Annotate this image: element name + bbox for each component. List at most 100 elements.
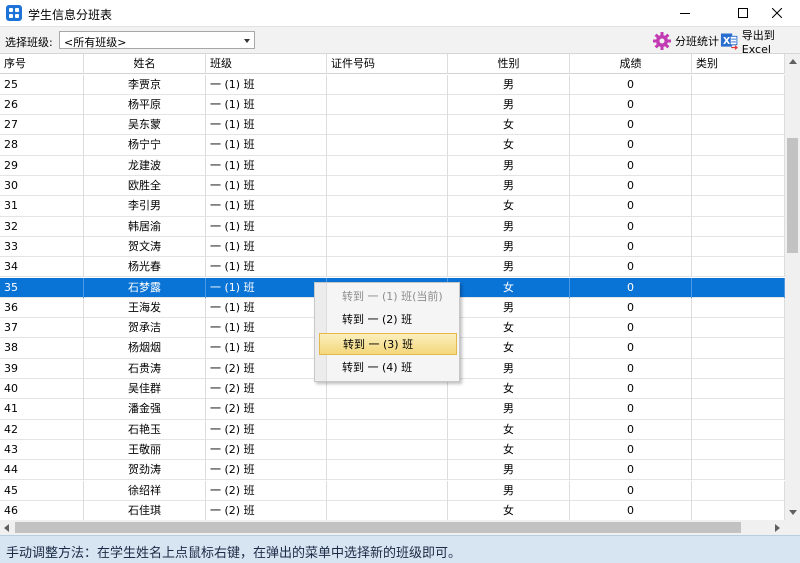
cell-class[interactable]: 一 (2) 班 — [206, 460, 327, 481]
cell-category[interactable] — [692, 176, 785, 196]
cell-score[interactable]: 0 — [570, 155, 692, 176]
cell-id[interactable] — [327, 135, 448, 156]
cell-name[interactable]: 杨烟烟 — [84, 338, 206, 359]
vertical-scroll-thumb[interactable] — [787, 138, 798, 253]
cell-gender[interactable]: 男 — [448, 74, 570, 95]
cell-score[interactable]: 0 — [570, 399, 692, 420]
cell-seq[interactable]: 40 — [0, 379, 84, 399]
cell-seq[interactable]: 46 — [0, 500, 84, 520]
cell-class[interactable]: 一 (1) 班 — [206, 277, 327, 298]
cell-gender[interactable]: 女 — [448, 379, 570, 399]
table-row[interactable]: 25 李贾京一 (1) 班 男0 — [0, 74, 785, 95]
cell-gender[interactable]: 男 — [448, 155, 570, 176]
cell-seq[interactable]: 28 — [0, 135, 84, 156]
table-row[interactable]: 46 石佳琪一 (2) 班 女0 — [0, 500, 785, 520]
cell-gender[interactable]: 男 — [448, 94, 570, 115]
scroll-down-icon[interactable] — [789, 510, 797, 515]
cell-gender[interactable]: 男 — [448, 480, 570, 501]
table-row[interactable]: 40 吴佳群一 (2) 班 女0 — [0, 379, 785, 400]
cell-class[interactable]: 一 (2) 班 — [206, 439, 327, 460]
cell-score[interactable]: 0 — [570, 480, 692, 501]
cell-score[interactable]: 0 — [570, 236, 692, 257]
cell-seq[interactable]: 33 — [0, 236, 84, 257]
cell-class[interactable]: 一 (2) 班 — [206, 480, 327, 501]
cell-name[interactable]: 王海发 — [84, 297, 206, 318]
header-col-name[interactable]: 姓名 — [84, 54, 206, 74]
cell-class[interactable]: 一 (2) 班 — [206, 419, 327, 440]
cell-id[interactable] — [327, 216, 448, 237]
cell-score[interactable]: 0 — [570, 439, 692, 460]
cell-category[interactable] — [692, 277, 785, 298]
cell-score[interactable]: 0 — [570, 500, 692, 520]
cell-gender[interactable]: 男 — [448, 399, 570, 420]
cell-class[interactable]: 一 (1) 班 — [206, 176, 327, 196]
cell-score[interactable]: 0 — [570, 379, 692, 399]
cell-category[interactable] — [692, 439, 785, 460]
cell-score[interactable]: 0 — [570, 135, 692, 156]
table-row[interactable]: 31 李引男一 (1) 班 女0 — [0, 196, 785, 217]
cell-category[interactable] — [692, 115, 785, 136]
table-row[interactable]: 27 吴东蒙一 (1) 班 女0 — [0, 115, 785, 136]
cell-category[interactable] — [692, 399, 785, 420]
cell-name[interactable]: 石贵涛 — [84, 358, 206, 379]
cell-category[interactable] — [692, 236, 785, 257]
cell-gender[interactable]: 女 — [448, 196, 570, 217]
menu-item-move-class-1[interactable]: 转到 一 (1) 班(当前) — [319, 286, 457, 308]
cell-name[interactable]: 吴东蒙 — [84, 115, 206, 136]
cell-score[interactable]: 0 — [570, 277, 692, 298]
cell-score[interactable]: 0 — [570, 338, 692, 359]
cell-id[interactable] — [327, 94, 448, 115]
cell-name[interactable]: 贺劲涛 — [84, 460, 206, 481]
cell-class[interactable]: 一 (1) 班 — [206, 236, 327, 257]
cell-category[interactable] — [692, 379, 785, 399]
cell-gender[interactable]: 男 — [448, 257, 570, 278]
cell-seq[interactable]: 43 — [0, 439, 84, 460]
cell-name[interactable]: 欧胜全 — [84, 176, 206, 196]
header-col-id[interactable]: 证件号码 — [327, 54, 448, 74]
minimize-button[interactable] — [662, 0, 708, 26]
cell-gender[interactable]: 女 — [448, 338, 570, 359]
cell-score[interactable]: 0 — [570, 297, 692, 318]
cell-category[interactable] — [692, 318, 785, 339]
cell-class[interactable]: 一 (1) 班 — [206, 135, 327, 156]
cell-id[interactable] — [327, 379, 448, 399]
cell-category[interactable] — [692, 358, 785, 379]
cell-seq[interactable]: 31 — [0, 196, 84, 217]
table-row[interactable]: 43 王敬丽一 (2) 班 女0 — [0, 439, 785, 461]
header-col-seq[interactable]: 序号 — [0, 54, 84, 74]
horizontal-scroll-thumb[interactable] — [15, 522, 741, 533]
cell-gender[interactable]: 女 — [448, 115, 570, 136]
table-row[interactable]: 44 贺劲涛一 (2) 班 男0 — [0, 460, 785, 481]
vertical-scrollbar[interactable] — [785, 54, 800, 520]
close-button[interactable] — [754, 0, 800, 26]
cell-name[interactable]: 潘金强 — [84, 399, 206, 420]
cell-category[interactable] — [692, 480, 785, 501]
cell-name[interactable]: 杨平原 — [84, 94, 206, 115]
cell-score[interactable]: 0 — [570, 94, 692, 115]
cell-category[interactable] — [692, 460, 785, 481]
cell-category[interactable] — [692, 196, 785, 217]
cell-score[interactable]: 0 — [570, 257, 692, 278]
header-col-score[interactable]: 成绩 — [570, 54, 692, 74]
cell-category[interactable] — [692, 297, 785, 318]
cell-score[interactable]: 0 — [570, 460, 692, 481]
cell-name[interactable]: 贺文涛 — [84, 236, 206, 257]
cell-category[interactable] — [692, 135, 785, 156]
table-row[interactable]: 32 韩居渝一 (1) 班 男0 — [0, 216, 785, 237]
cell-id[interactable] — [327, 419, 448, 440]
cell-category[interactable] — [692, 216, 785, 237]
table-row[interactable]: 26 杨平原一 (1) 班 男0 — [0, 94, 785, 116]
header-col-category[interactable]: 类别 — [692, 54, 785, 74]
cell-name[interactable]: 王敬丽 — [84, 439, 206, 460]
cell-score[interactable]: 0 — [570, 176, 692, 196]
cell-seq[interactable]: 25 — [0, 74, 84, 95]
cell-class[interactable]: 一 (1) 班 — [206, 297, 327, 318]
cell-score[interactable]: 0 — [570, 419, 692, 440]
cell-name[interactable]: 吴佳群 — [84, 379, 206, 399]
class-select[interactable]: <所有班级> — [59, 31, 255, 49]
scroll-up-icon[interactable] — [789, 59, 797, 64]
cell-seq[interactable]: 27 — [0, 115, 84, 136]
cell-id[interactable] — [327, 176, 448, 196]
table-row[interactable]: 45 徐绍祥一 (2) 班 男0 — [0, 480, 785, 501]
cell-class[interactable]: 一 (1) 班 — [206, 318, 327, 339]
